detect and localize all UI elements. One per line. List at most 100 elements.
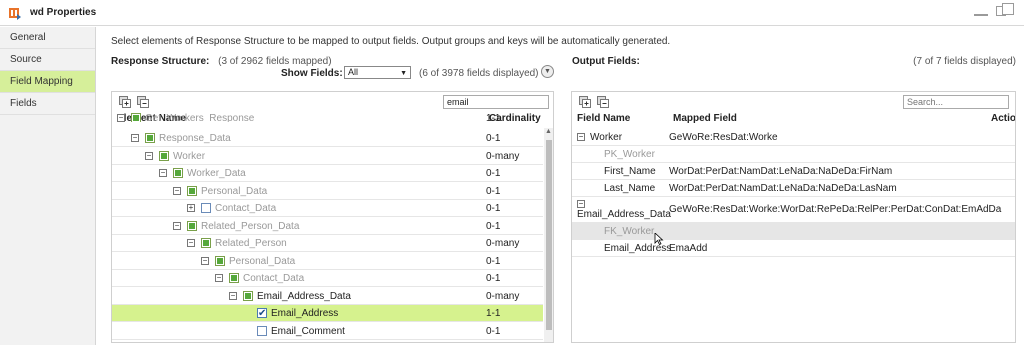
- collapse-icon[interactable]: −: [159, 169, 167, 177]
- output-field-name: PK_Worker: [604, 149, 655, 160]
- output-field-row[interactable]: − Worker GeWoRe:ResDat:Worke: [572, 129, 1015, 146]
- response-search-input[interactable]: [443, 95, 549, 109]
- collapse-icon[interactable]: −: [131, 134, 139, 142]
- collapse-icon[interactable]: −: [187, 239, 195, 247]
- output-field-row[interactable]: FK_Worker: [572, 223, 1015, 240]
- collapse-icon[interactable]: −: [577, 133, 585, 141]
- maximize-button[interactable]: [1002, 3, 1014, 15]
- output-field-name: FK_Worker: [604, 226, 655, 237]
- tree-row-label: Personal_Data: [201, 185, 268, 197]
- instructions-text: Select elements of Response Structure to…: [111, 36, 671, 47]
- chevron-down-icon: ▼: [400, 70, 407, 77]
- output-field-name: Email_Address_Data: [577, 209, 671, 220]
- add-field-icon[interactable]: [579, 96, 591, 108]
- output-mapped-field: WorDat:PerDat:NamDat:LeNaDa:NaDeDa:LasNa…: [669, 183, 897, 194]
- checkbox-icon[interactable]: [201, 203, 211, 213]
- tree-row-cardinality: 1-1: [486, 113, 501, 122]
- tree-row[interactable]: − Personal_Data 0-1: [112, 253, 543, 270]
- output-fields-label: Output Fields:: [572, 56, 640, 67]
- tree-row[interactable]: − Worker_Data 0-1: [112, 165, 543, 182]
- scroll-thumb[interactable]: [546, 140, 552, 330]
- tree-row-label: Response_Data: [159, 133, 231, 144]
- output-field-row[interactable]: Last_Name WorDat:PerDat:NamDat:LeNaDa:NaD…: [572, 180, 1015, 197]
- remove-field-icon[interactable]: [597, 96, 609, 108]
- expand-all-icon[interactable]: [119, 96, 131, 108]
- collapse-icon[interactable]: −: [145, 151, 153, 160]
- output-mapped-field: WorDat:PerDat:NamDat:LeNaDa:NaDeDa:FirNa…: [669, 166, 893, 177]
- sidebar-item-source[interactable]: Source: [0, 49, 95, 71]
- tree-row-cardinality: 0-1: [486, 325, 501, 337]
- node-mapped-icon[interactable]: [187, 185, 197, 196]
- node-mapped-icon[interactable]: [131, 113, 141, 122]
- checkbox-icon[interactable]: [257, 325, 267, 336]
- output-displayed-count: (7 of 7 fields displayed): [913, 56, 1016, 67]
- tree-row-label: Related_Person_Data: [201, 220, 300, 232]
- tree-row-cardinality: 1-1: [486, 308, 501, 319]
- output-search-input[interactable]: [903, 95, 1009, 109]
- minimize-button[interactable]: [974, 14, 988, 16]
- column-header-mapped-field: Mapped Field: [673, 113, 737, 124]
- show-fields-value: All: [348, 67, 359, 77]
- node-mapped-icon[interactable]: [159, 150, 169, 161]
- sidebar-item-general[interactable]: General: [0, 27, 95, 49]
- sidebar-item-field-mapping[interactable]: Field Mapping: [0, 71, 95, 93]
- tree-row-label: Get_Workers_Response: [145, 113, 255, 122]
- scroll-up-icon[interactable]: ▲: [545, 128, 552, 135]
- output-field-row[interactable]: PK_Worker: [572, 146, 1015, 163]
- tree-row-cardinality: 0-1: [486, 220, 501, 232]
- tree-row-cardinality: 0-1: [486, 255, 501, 267]
- tree-row-cardinality: 0-1: [486, 168, 501, 179]
- collapse-icon[interactable]: −: [117, 114, 125, 122]
- tree-row-cardinality: 0-many: [486, 150, 520, 162]
- tree-row[interactable]: − Response_Data 0-1: [112, 130, 543, 147]
- node-mapped-icon[interactable]: [215, 255, 225, 266]
- tree-row[interactable]: + Contact_Data 0-1: [112, 200, 543, 217]
- collapse-icon[interactable]: −: [201, 256, 209, 265]
- collapse-icon[interactable]: −: [215, 274, 223, 282]
- node-mapped-icon[interactable]: [243, 290, 253, 301]
- window-controls: [972, 3, 1020, 20]
- collapse-icon[interactable]: −: [229, 291, 237, 300]
- show-fields-label: Show Fields:: [281, 68, 343, 79]
- node-mapped-icon[interactable]: [145, 133, 155, 143]
- tree-row[interactable]: − Email_Address_Data 0-many: [112, 288, 543, 305]
- tree-row-label: Email_Comment: [271, 325, 345, 337]
- node-mapped-icon[interactable]: [229, 273, 239, 283]
- collapse-all-icon[interactable]: [137, 96, 149, 108]
- tree-row-label: Related_Person: [215, 238, 287, 249]
- show-fields-select[interactable]: All ▼: [344, 66, 411, 79]
- tree-row[interactable]: − Get_Workers_Response 1-1: [112, 110, 543, 122]
- collapse-icon[interactable]: −: [173, 186, 181, 195]
- tree-row-cardinality: 0-1: [486, 133, 501, 144]
- tree-scrollbar[interactable]: ▲: [544, 128, 553, 342]
- node-mapped-icon[interactable]: [173, 168, 183, 178]
- tree-row[interactable]: − Worker 0-many: [112, 148, 543, 165]
- sidebar-nav: General Source Field Mapping Fields: [0, 27, 96, 345]
- tree-row-cardinality: 0-1: [486, 273, 501, 284]
- check-icon: ✔: [258, 308, 267, 319]
- output-field-row[interactable]: Email_Address EmaAdd: [572, 240, 1015, 257]
- tree-row-label: Personal_Data: [229, 255, 296, 267]
- expand-icon[interactable]: +: [187, 204, 195, 212]
- node-mapped-icon[interactable]: [187, 220, 197, 231]
- output-field-row[interactable]: − Email_Address_Data GeWoRe:ResDat:Worke:W…: [572, 197, 1015, 223]
- expand-filter-icon[interactable]: ▼: [541, 65, 554, 78]
- checkbox-checked-icon[interactable]: ✔: [257, 308, 267, 319]
- transformation-icon: [9, 8, 21, 20]
- output-field-row[interactable]: First_Name WorDat:PerDat:NamDat:LeNaDa:Na…: [572, 163, 1015, 180]
- node-mapped-icon[interactable]: [201, 238, 211, 248]
- window-title: wd Properties: [30, 7, 97, 18]
- mouse-cursor-icon: [654, 233, 664, 245]
- tree-row[interactable]: − Personal_Data 0-1: [112, 183, 543, 200]
- tree-row[interactable]: ✔ Email_Address 1-1: [112, 305, 543, 322]
- tree-row[interactable]: Email_Comment 0-1: [112, 323, 543, 340]
- response-structure-panel: Element Name Cardinality −Get_Workers_Re…: [111, 91, 554, 343]
- sidebar-item-fields[interactable]: Fields: [0, 93, 95, 115]
- tree-row-label: Contact_Data: [215, 203, 277, 214]
- title-bar: wd Properties: [0, 0, 1024, 26]
- tree-row[interactable]: − Related_Person_Data 0-1: [112, 218, 543, 235]
- collapse-icon[interactable]: −: [173, 221, 181, 230]
- tree-row[interactable]: − Contact_Data 0-1: [112, 270, 543, 287]
- tree-row[interactable]: − Related_Person 0-many: [112, 235, 543, 252]
- response-structure-header: Response Structure: (3 of 2962 fields ma…: [111, 56, 332, 67]
